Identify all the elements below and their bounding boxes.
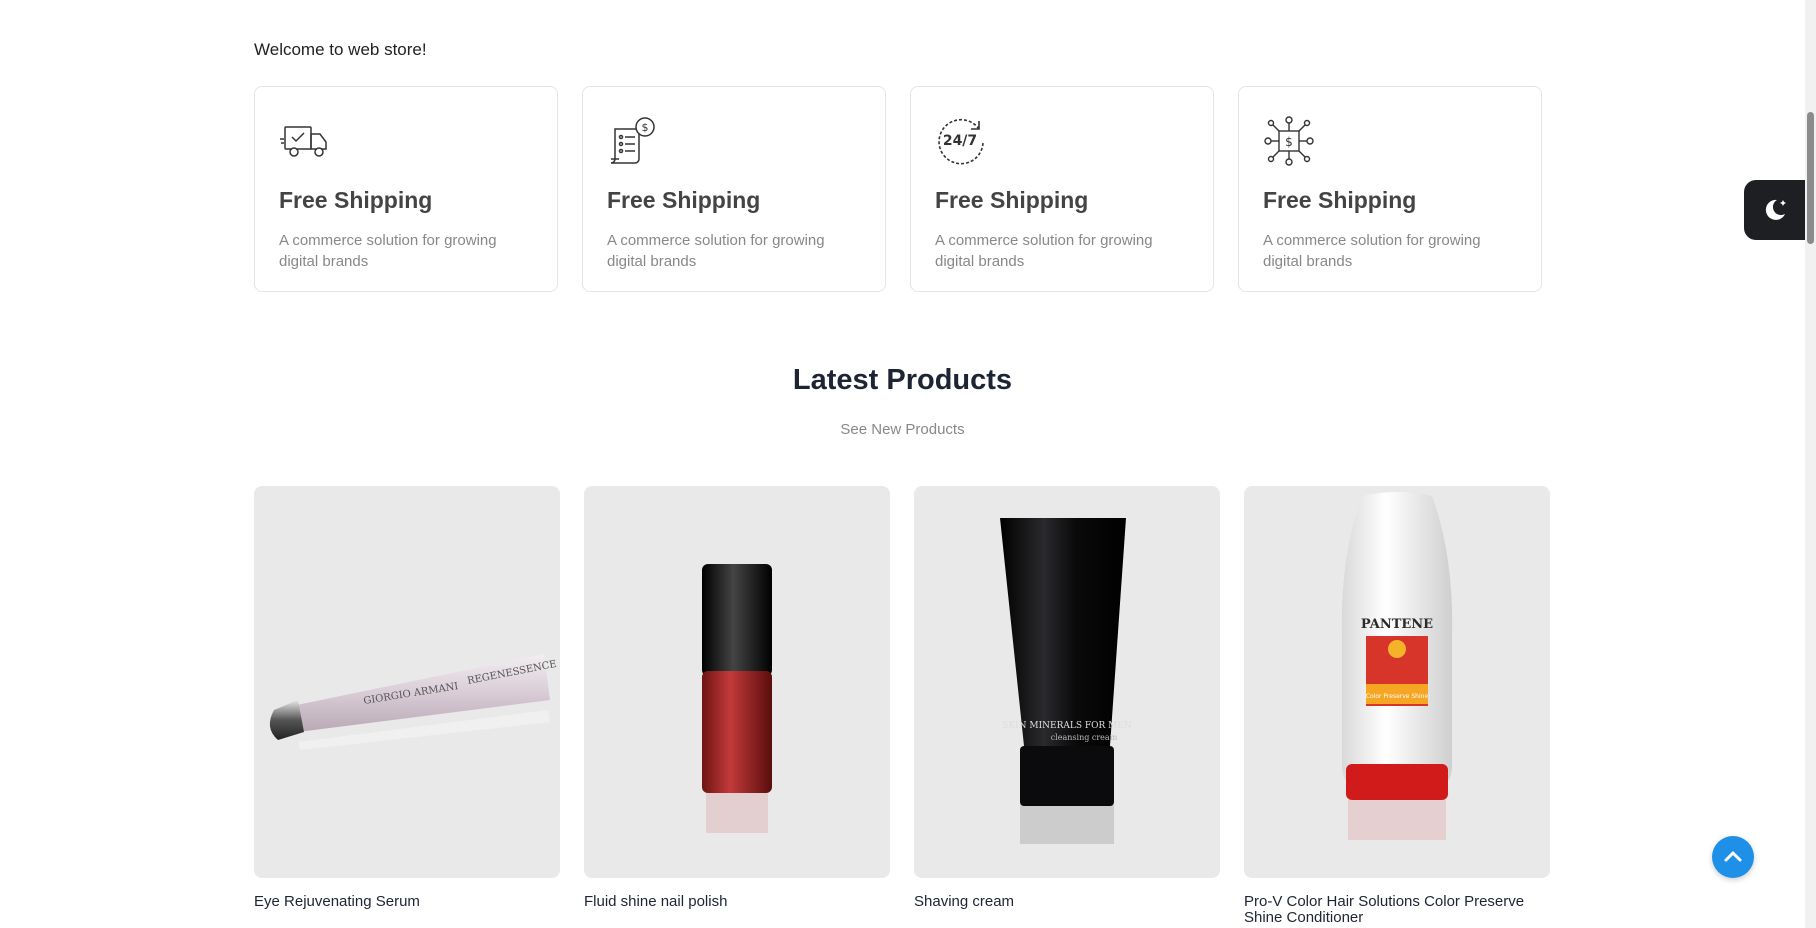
feature-card-support: 24/7 Free Shipping A commerce solution f… xyxy=(910,86,1214,292)
feature-description: A commerce solution for growing digital … xyxy=(935,232,1153,270)
feature-card-shipping: Free Shipping A commerce solution for gr… xyxy=(254,86,558,292)
feature-title: Free Shipping xyxy=(935,187,1089,213)
latest-products-title: Latest Products xyxy=(792,364,1013,396)
page-scrollbar[interactable] xyxy=(1805,0,1816,928)
product-card[interactable]: GIORGIO ARMANI REGENESSENCE Eye Rejuvena… xyxy=(254,486,560,926)
latest-products-subtitle[interactable]: See New Products xyxy=(0,421,1805,438)
product-card[interactable]: Fluid shine nail polish xyxy=(584,486,890,926)
receipt-dollar-icon: $ xyxy=(610,117,655,164)
products-grid: GIORGIO ARMANI REGENESSENCE Eye Rejuvena… xyxy=(254,486,1550,926)
page: Welcome to web store! Free Shipping A co… xyxy=(0,0,1805,928)
cream-label-text: SKIN MINERALS FOR MEN xyxy=(1002,721,1132,731)
svg-text:24/7: 24/7 xyxy=(943,133,977,149)
product-image[interactable] xyxy=(584,486,890,878)
product-card[interactable]: SKIN MINERALS FOR MEN cleansing cream Sh… xyxy=(914,486,1220,926)
product-name[interactable]: Eye Rejuvenating Serum xyxy=(254,894,560,910)
feature-title: Free Shipping xyxy=(607,187,761,213)
conditioner-line-text: Color Preserve Shine xyxy=(1366,693,1429,700)
product-card[interactable]: PANTENE Color Preserve Shine Pro-V Color… xyxy=(1244,486,1550,926)
product-name[interactable]: Pro-V Color Hair Solutions Color Preserv… xyxy=(1244,894,1550,926)
feature-title: Free Shipping xyxy=(1263,187,1417,213)
conditioner-bottle-image: PANTENE Color Preserve Shine xyxy=(1341,492,1453,840)
cream-tube-image: SKIN MINERALS FOR MEN cleansing cream xyxy=(1000,518,1132,844)
feature-card-network: $ Free Shipping A commerce solution for … xyxy=(1238,86,1542,292)
serum-tube-image: GIORGIO ARMANI REGENESSENCE xyxy=(269,654,558,750)
dark-mode-toggle[interactable] xyxy=(1744,180,1805,240)
delivery-truck-icon xyxy=(280,126,327,157)
welcome-text: Welcome to web store! xyxy=(254,40,427,59)
feature-title: Free Shipping xyxy=(279,187,433,213)
feature-description: A commerce solution for growing digital … xyxy=(607,232,825,270)
svg-text:$: $ xyxy=(1285,135,1293,149)
features-row: Free Shipping A commerce solution for gr… xyxy=(254,86,1542,292)
cream-sub-text: cleansing cream xyxy=(1051,733,1118,742)
svg-text:$: $ xyxy=(642,121,649,134)
support-24-7-icon: 24/7 xyxy=(938,118,984,165)
product-image[interactable]: SKIN MINERALS FOR MEN cleansing cream xyxy=(914,486,1220,878)
feature-card-payment: $ Free Shipping A commerce solution for … xyxy=(582,86,886,292)
scroll-to-top-button[interactable] xyxy=(1712,836,1754,878)
nail-polish-image xyxy=(702,564,772,833)
feature-description: A commerce solution for growing digital … xyxy=(279,232,497,270)
moon-star-icon xyxy=(1765,199,1786,220)
product-name[interactable]: Fluid shine nail polish xyxy=(584,894,890,910)
conditioner-brand-text: PANTENE xyxy=(1361,617,1433,632)
product-image[interactable]: PANTENE Color Preserve Shine xyxy=(1244,486,1550,878)
product-image[interactable]: GIORGIO ARMANI REGENESSENCE xyxy=(254,486,560,878)
money-network-icon: $ xyxy=(1264,116,1314,166)
feature-description: A commerce solution for growing digital … xyxy=(1263,232,1481,270)
chevron-up-icon xyxy=(1724,851,1742,862)
product-name[interactable]: Shaving cream xyxy=(914,894,1220,910)
scrollbar-thumb[interactable] xyxy=(1807,112,1814,244)
